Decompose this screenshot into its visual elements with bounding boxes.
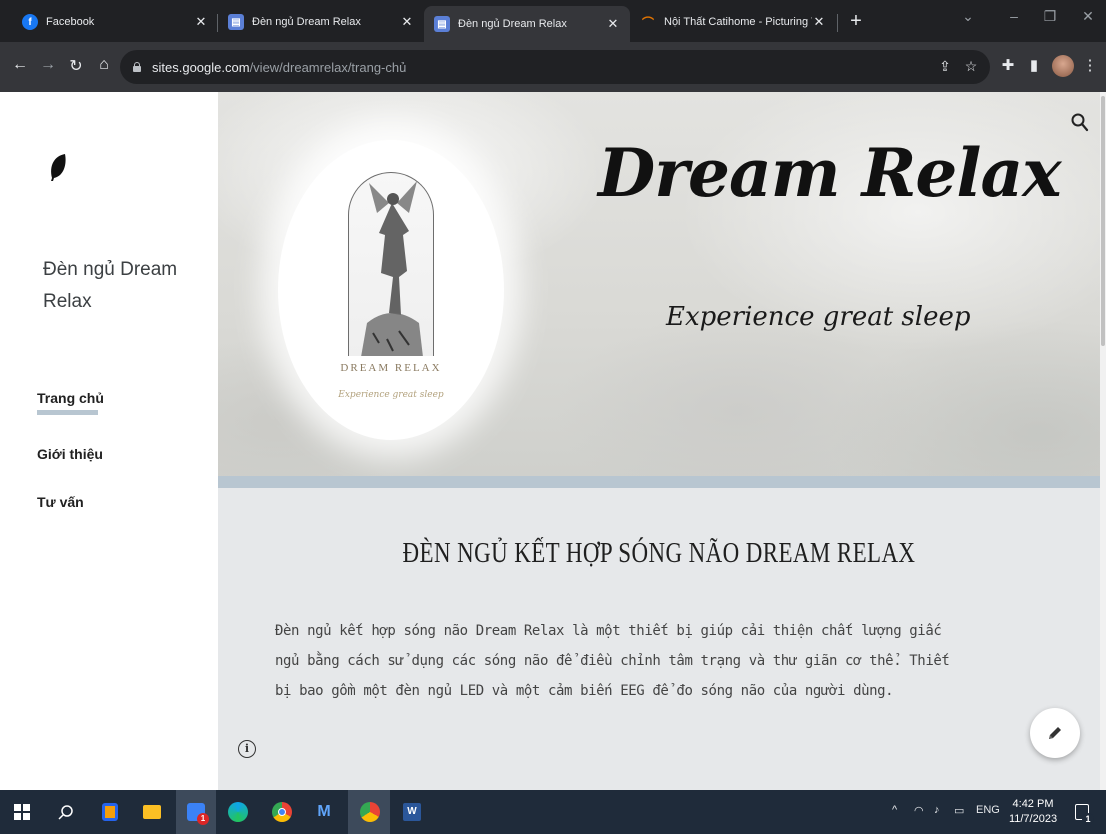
windows-start-icon[interactable]	[10, 800, 34, 824]
file-explorer-icon[interactable]	[140, 800, 164, 824]
volume-icon[interactable]: ♪	[934, 804, 940, 816]
url-host: sites.google.com	[152, 59, 250, 75]
clock-time: 4:42 PM	[1012, 798, 1054, 810]
chrome-profile-icon[interactable]	[358, 800, 382, 824]
minimize-icon[interactable]: –	[1004, 8, 1024, 24]
mail-icon[interactable]: 1	[184, 800, 209, 825]
hero-banner: DREAM RELAX Experience great sleep Dream…	[218, 92, 1100, 476]
forward-icon[interactable]: →	[38, 56, 58, 74]
facebook-icon: f	[22, 14, 38, 30]
google-sites-icon: ▤	[228, 14, 244, 30]
tab-dream-relax-1[interactable]: ▤ Đèn ngủ Dream Relax ✕	[218, 6, 424, 38]
close-tab-icon[interactable]: ✕	[812, 14, 826, 30]
close-window-icon[interactable]: ✕	[1078, 8, 1098, 25]
content-section: ĐÈN NGỦ KẾT HỢP SÓNG NÃO DREAM RELAX Đèn…	[218, 488, 1100, 790]
tab-catihome[interactable]: ⌒ Nội Thất Catihome - Picturing Yo ✕	[630, 6, 836, 38]
clock-date: 11/7/2023	[1008, 813, 1058, 825]
tray-chevron-icon[interactable]: ^	[892, 804, 897, 816]
bookmark-star-icon[interactable]: ☆	[962, 58, 980, 75]
paragraph-line: ngủ bằng cách sử dụng các sóng não để đi…	[275, 653, 950, 669]
restore-icon[interactable]: ❐	[1040, 8, 1060, 25]
extensions-icon[interactable]: ✚	[998, 56, 1018, 74]
edit-button[interactable]	[1030, 708, 1080, 758]
nav-item-trang-chu[interactable]: Trang chủ	[37, 390, 104, 406]
page-scrollbar[interactable]	[1100, 92, 1106, 790]
profile-avatar[interactable]	[1052, 55, 1074, 77]
browser-window: f Facebook ✕ ▤ Đèn ngủ Dream Relax ✕ ▤ Đ…	[0, 0, 1106, 834]
body-paragraph: Đèn ngủ kết hợp sóng não Dream Relax là …	[275, 616, 1065, 706]
battery-icon[interactable]: ▭	[954, 804, 964, 817]
close-tab-icon[interactable]: ✕	[400, 14, 414, 30]
close-tab-icon[interactable]: ✕	[606, 16, 620, 32]
reload-icon[interactable]: ↻	[66, 56, 86, 76]
nav-active-indicator	[37, 410, 98, 415]
share-icon[interactable]: ⇪	[936, 58, 954, 75]
browser-toolbar: ← → ↻ ⌂ sites.google.com/view/dreamrelax…	[0, 42, 1106, 92]
search-icon[interactable]	[1070, 112, 1090, 134]
address-bar[interactable]: sites.google.com/view/dreamrelax/trang-c…	[120, 50, 990, 84]
wifi-icon[interactable]: ◠	[914, 804, 924, 817]
web-page: Đèn ngủ Dream Relax Trang chủ Giới thiệu…	[0, 92, 1106, 790]
scrollbar-thumb[interactable]	[1101, 96, 1105, 346]
logo-tagline: Experience great sleep	[338, 390, 444, 400]
language-indicator[interactable]: ENG	[976, 804, 1000, 816]
side-panel-icon[interactable]: ▮	[1024, 56, 1044, 74]
tab-dream-relax-2[interactable]: ▤ Đèn ngủ Dream Relax ✕	[424, 6, 630, 42]
edge-icon[interactable]	[226, 800, 250, 824]
google-sites-icon: ▤	[434, 16, 450, 32]
site-name[interactable]: Đèn ngủ Dream Relax	[43, 254, 193, 318]
hero-title: Dream Relax	[598, 134, 1062, 212]
leaf-logo-icon[interactable]	[48, 152, 68, 182]
tab-strip: f Facebook ✕ ▤ Đèn ngủ Dream Relax ✕ ▤ Đ…	[0, 0, 1106, 42]
chrome-icon[interactable]	[270, 800, 294, 824]
paragraph-line: Đèn ngủ kết hợp sóng não Dream Relax là …	[275, 623, 942, 639]
app-icon-m[interactable]: M	[312, 800, 336, 824]
hero-subtitle: Experience great sleep	[666, 302, 971, 332]
notification-icon[interactable]: 1	[1070, 800, 1094, 825]
brand-logo: DREAM RELAX Experience great sleep	[278, 140, 504, 440]
catihome-icon: ⌒	[641, 15, 654, 30]
section-heading: ĐÈN NGỦ KẾT HỢP SÓNG NÃO DREAM RELAX	[402, 538, 916, 569]
paragraph-line: bị bao gồm một đèn ngủ LED và một cảm bi…	[275, 683, 894, 699]
back-icon[interactable]: ←	[10, 56, 30, 74]
statue-illustration	[348, 172, 434, 356]
tab-separator	[837, 14, 838, 32]
url-path: /view/dreamrelax/trang-chủ	[249, 59, 407, 75]
tab-facebook[interactable]: f Facebook ✕	[12, 6, 218, 38]
sidebar: Đèn ngủ Dream Relax Trang chủ Giới thiệu…	[0, 92, 218, 790]
logo-brand-text: DREAM RELAX	[340, 362, 442, 374]
new-tab-icon[interactable]: +	[846, 10, 866, 33]
home-icon[interactable]: ⌂	[94, 56, 114, 74]
tab-search-icon[interactable]: ⌄	[958, 8, 978, 25]
nav-item-tu-van[interactable]: Tư vấn	[37, 494, 84, 510]
pencil-icon	[1049, 727, 1061, 739]
more-menu-icon[interactable]: ⋮	[1080, 56, 1100, 74]
info-icon[interactable]: i	[238, 740, 256, 758]
windows-taskbar: 1 M W ^ ◠ ♪ ▭ ENG 4:42 PM 11/7/2023 1	[0, 790, 1106, 834]
app-icon-orange[interactable]	[98, 800, 122, 824]
hero-divider-band	[218, 476, 1100, 488]
search-taskbar-icon[interactable]	[54, 800, 78, 824]
clock[interactable]: 4:42 PM 11/7/2023	[1008, 797, 1058, 827]
close-tab-icon[interactable]: ✕	[194, 14, 208, 30]
lock-icon	[132, 62, 142, 72]
nav-item-gioi-thieu[interactable]: Giới thiệu	[37, 446, 103, 462]
word-icon[interactable]: W	[400, 800, 424, 824]
